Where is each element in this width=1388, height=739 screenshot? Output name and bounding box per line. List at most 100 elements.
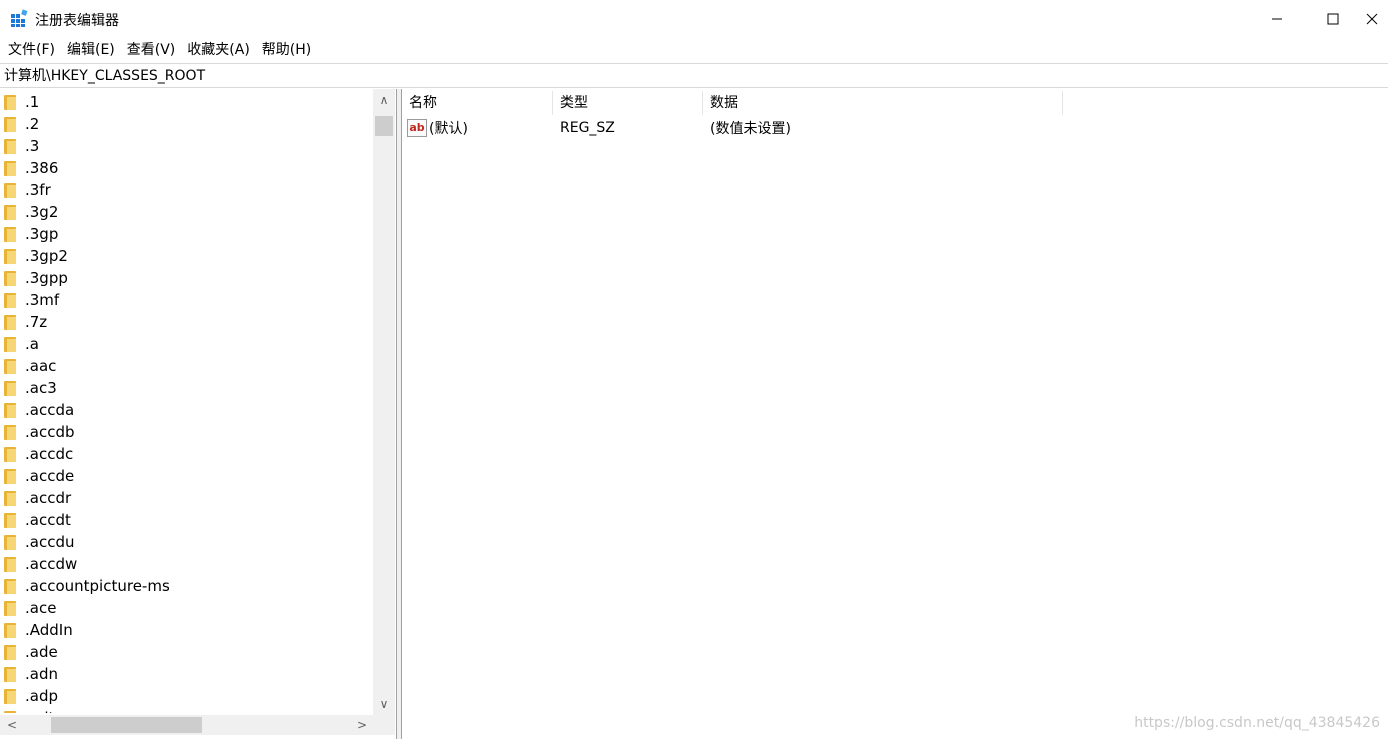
tree-vertical-scrollbar[interactable]: ∧ ∨ — [373, 89, 395, 715]
menu-file[interactable]: 文件(F) — [2, 38, 61, 62]
folder-icon — [4, 138, 16, 154]
folder-icon — [4, 380, 16, 396]
maximize-button[interactable] — [1310, 0, 1356, 38]
tree-item-label: .ace — [25, 599, 57, 617]
tree-item[interactable]: .AddIn — [0, 619, 373, 641]
folder-icon — [4, 94, 16, 110]
tree-item[interactable]: .3fr — [0, 179, 373, 201]
tree-item[interactable]: .accountpicture-ms — [0, 575, 373, 597]
tree-item-label: .accdb — [25, 423, 75, 441]
folder-icon — [4, 204, 16, 220]
scroll-down-icon[interactable]: ∨ — [373, 693, 395, 715]
folder-icon — [4, 468, 16, 484]
scroll-right-icon[interactable]: > — [352, 715, 372, 735]
tree-item-label: .3gp2 — [25, 247, 68, 265]
tree-item-label: .accdr — [25, 489, 72, 507]
tree-item-label: .ac3 — [25, 379, 57, 397]
address-bar[interactable]: 计算机\HKEY_CLASSES_ROOT — [0, 63, 1388, 88]
folder-icon — [4, 490, 16, 506]
tree-item[interactable]: .3 — [0, 135, 373, 157]
tree-item[interactable]: .ac3 — [0, 377, 373, 399]
tree-item-label: .a — [25, 335, 39, 353]
scroll-up-icon[interactable]: ∧ — [373, 89, 395, 111]
folder-icon — [4, 358, 16, 374]
tree-item-label: .AddIn — [25, 621, 73, 639]
tree-item-label: .2 — [25, 115, 40, 133]
tree-item[interactable]: .3gp2 — [0, 245, 373, 267]
folder-icon — [4, 424, 16, 440]
menu-favorites[interactable]: 收藏夹(A) — [181, 38, 256, 62]
tree-horizontal-scrollbar[interactable]: < > — [0, 715, 373, 735]
minimize-icon — [1272, 18, 1282, 20]
scrollbar-corner — [373, 715, 395, 735]
tree-item[interactable]: .1 — [0, 91, 373, 113]
folder-icon — [4, 534, 16, 550]
column-header-data[interactable]: 数据 — [703, 91, 1063, 115]
tree-item-label: .adn — [25, 665, 58, 683]
menu-help[interactable]: 帮助(H) — [256, 38, 317, 62]
tree-item[interactable]: .3gp — [0, 223, 373, 245]
folder-icon — [4, 446, 16, 462]
tree-item-label: .ade — [25, 643, 58, 661]
minimize-button[interactable] — [1254, 0, 1300, 38]
value-row[interactable]: ab (默认) REG_SZ (数值未设置) — [402, 117, 1003, 139]
key-tree-pane: .1 .2 .3 .386 .3fr .3g2 .3gp .3gp2 .3gpp .3mf .7z.… — [0, 89, 397, 739]
tree-item-label: .accdu — [25, 533, 75, 551]
value-type: REG_SZ — [560, 120, 615, 136]
tree-item[interactable]: .accdu — [0, 531, 373, 553]
folder-icon — [4, 622, 16, 638]
vertical-scroll-thumb[interactable] — [375, 116, 393, 136]
tree-item-label: .accdt — [25, 511, 71, 529]
folder-icon — [4, 160, 16, 176]
maximize-icon — [1327, 13, 1339, 25]
column-header-name[interactable]: 名称 — [402, 91, 553, 115]
tree-item[interactable]: .accdc — [0, 443, 373, 465]
column-headers: 名称 类型 数据 — [402, 91, 1063, 115]
tree-item-label: .386 — [25, 159, 59, 177]
values-pane: 名称 类型 数据 ab (默认) REG_SZ (数值未设置) https://… — [401, 89, 1388, 739]
tree-item-label: .3gpp — [25, 269, 68, 287]
tree-item[interactable]: .386 — [0, 157, 373, 179]
folder-icon — [4, 512, 16, 528]
tree-item[interactable]: .ade — [0, 641, 373, 663]
registry-editor-icon — [11, 9, 28, 27]
tree-item[interactable]: .accde — [0, 465, 373, 487]
tree-item[interactable]: .accdb — [0, 421, 373, 443]
tree-item[interactable]: .a — [0, 333, 373, 355]
tree-item-label: .7z — [25, 313, 48, 331]
horizontal-scroll-thumb[interactable] — [51, 717, 202, 733]
tree-item[interactable]: .aac — [0, 355, 373, 377]
key-tree: .1 .2 .3 .386 .3fr .3g2 .3gp .3gp2 .3gpp .3mf .7z.… — [0, 91, 373, 713]
tree-item[interactable]: .3gpp — [0, 267, 373, 289]
folder-icon — [4, 644, 16, 660]
tree-item[interactable]: .3mf — [0, 289, 373, 311]
tree-item[interactable]: .accdw — [0, 553, 373, 575]
close-button[interactable] — [1366, 0, 1388, 38]
scroll-left-icon[interactable]: < — [2, 715, 22, 735]
tree-item[interactable]: .7z — [0, 311, 373, 333]
value-data: (数值未设置) — [710, 121, 791, 137]
tree-item-label: .aac — [25, 357, 57, 375]
column-header-type[interactable]: 类型 — [553, 91, 703, 115]
tree-item[interactable]: .adp — [0, 685, 373, 707]
folder-icon — [4, 292, 16, 308]
menu-edit[interactable]: 编辑(E) — [61, 38, 121, 62]
tree-item[interactable]: .accda — [0, 399, 373, 421]
tree-item[interactable]: .adn — [0, 663, 373, 685]
tree-item-label: .1 — [25, 93, 40, 111]
tree-item[interactable]: .3g2 — [0, 201, 373, 223]
folder-icon — [4, 578, 16, 594]
tree-item-label: .accde — [25, 467, 75, 485]
tree-item[interactable]: .ace — [0, 597, 373, 619]
menu-view[interactable]: 查看(V) — [121, 38, 182, 62]
close-icon — [1366, 13, 1378, 25]
value-name: (默认) — [429, 121, 468, 137]
tree-item[interactable]: .accdr — [0, 487, 373, 509]
tree-item[interactable]: .accdt — [0, 509, 373, 531]
menu-bar: 文件(F) 编辑(E) 查看(V) 收藏夹(A) 帮助(H) — [0, 38, 1388, 62]
folder-icon — [4, 270, 16, 286]
folder-icon — [4, 556, 16, 572]
folder-icon — [4, 688, 16, 704]
tree-item[interactable]: .adt — [0, 707, 373, 713]
tree-item[interactable]: .2 — [0, 113, 373, 135]
